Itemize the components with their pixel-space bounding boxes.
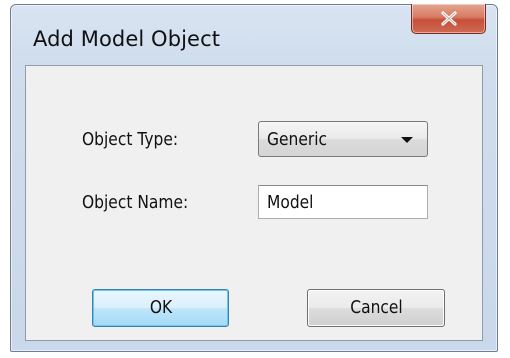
cancel-button-label: Cancel xyxy=(349,297,403,318)
add-model-object-dialog: Add Model Object Object Type: Generic Ob… xyxy=(10,4,498,352)
object-type-value: Generic xyxy=(267,129,328,150)
close-button[interactable] xyxy=(411,4,486,34)
object-name-value: Model xyxy=(267,192,314,213)
object-name-label: Object Name: xyxy=(82,192,189,213)
cancel-button[interactable]: Cancel xyxy=(307,289,445,327)
close-icon xyxy=(441,11,457,26)
object-type-select[interactable]: Generic xyxy=(258,121,428,157)
dialog-title: Add Model Object xyxy=(33,27,221,51)
dialog-body: Object Type: Generic Object Name: Model … xyxy=(25,65,483,341)
ok-button[interactable]: OK xyxy=(92,289,229,327)
object-type-label: Object Type: xyxy=(82,129,179,150)
object-name-input[interactable]: Model xyxy=(258,185,428,219)
chevron-down-icon xyxy=(401,137,413,143)
ok-button-label: OK xyxy=(149,297,172,318)
